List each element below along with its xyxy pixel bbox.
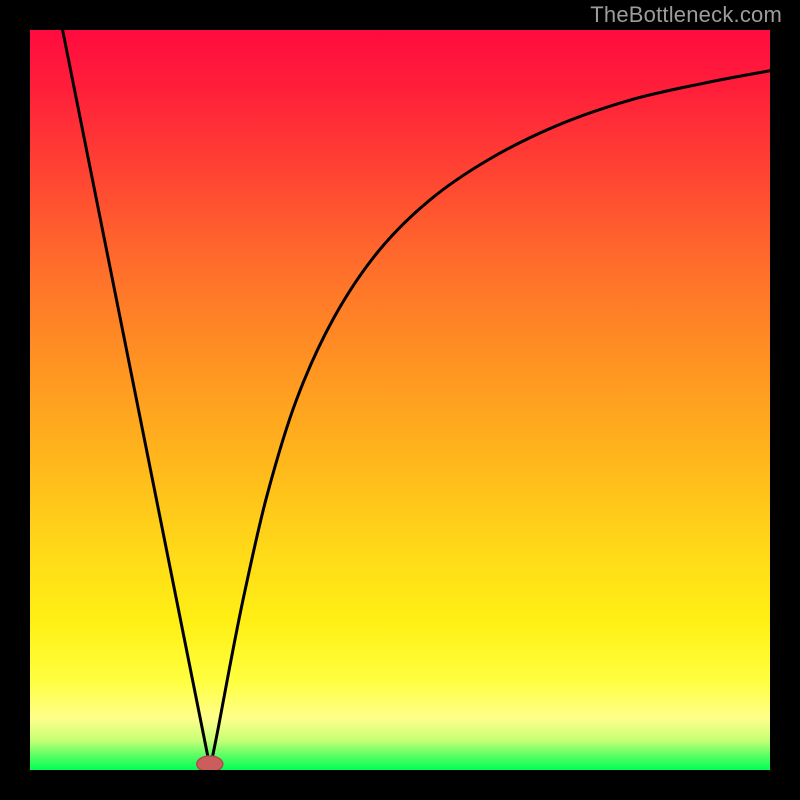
curve-right-branch (210, 71, 770, 770)
bottleneck-curve (30, 30, 770, 770)
plot-area (30, 30, 770, 770)
curve-left-branch (63, 30, 210, 770)
watermark-text: TheBottleneck.com (590, 2, 782, 28)
chart-frame: TheBottleneck.com (0, 0, 800, 800)
minimum-marker (197, 756, 223, 770)
